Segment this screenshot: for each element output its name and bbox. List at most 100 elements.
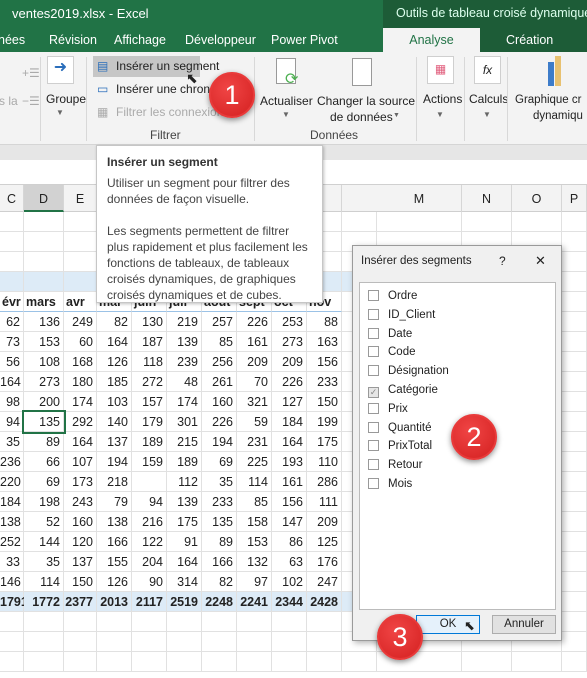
table-cell[interactable]: 2117	[132, 592, 167, 612]
table-cell[interactable]: 85	[202, 332, 237, 352]
table-cell[interactable]: 79	[97, 492, 132, 512]
table-cell[interactable]: 220	[0, 472, 24, 492]
field-checkbox-item[interactable]: ✓ Catégorie	[368, 384, 438, 398]
table-cell[interactable]: 160	[64, 512, 97, 532]
empty-cell[interactable]	[562, 272, 587, 292]
table-cell[interactable]: 35	[24, 552, 64, 572]
field-checkbox-item[interactable]: Désignation	[368, 365, 449, 377]
empty-cell[interactable]	[64, 272, 97, 292]
table-cell[interactable]: 215	[167, 432, 202, 452]
empty-cell[interactable]	[64, 652, 97, 672]
table-cell[interactable]: 226	[272, 372, 307, 392]
table-cell[interactable]: 120	[64, 532, 97, 552]
table-cell[interactable]: 252	[0, 532, 24, 552]
table-cell[interactable]: 136	[24, 312, 64, 332]
checkbox[interactable]	[368, 440, 379, 452]
empty-cell[interactable]	[0, 652, 24, 672]
table-cell[interactable]: 82	[202, 572, 237, 592]
table-cell[interactable]: 194	[97, 452, 132, 472]
empty-cell[interactable]	[512, 652, 562, 672]
table-cell[interactable]: 139	[167, 492, 202, 512]
table-cell[interactable]: 166	[202, 552, 237, 572]
table-cell[interactable]: 236	[0, 452, 24, 472]
graphique-croise-button[interactable]: Graphique cr	[515, 94, 581, 106]
empty-cell[interactable]	[202, 632, 237, 652]
empty-cell[interactable]	[0, 272, 24, 292]
table-cell[interactable]: 193	[272, 452, 307, 472]
table-cell[interactable]: 2519	[167, 592, 202, 612]
empty-cell[interactable]	[562, 492, 587, 512]
field-checkbox-item[interactable]: PrixTotal	[368, 440, 432, 452]
table-cell[interactable]: 69	[202, 452, 237, 472]
table-cell[interactable]: 125	[307, 532, 342, 552]
table-cell[interactable]: 168	[64, 352, 97, 372]
table-cell[interactable]: 1772	[24, 592, 64, 612]
table-cell[interactable]: 156	[272, 492, 307, 512]
field-checkbox-item[interactable]: ID_Client	[368, 308, 435, 321]
empty-cell[interactable]	[562, 372, 587, 392]
table-cell[interactable]: 146	[0, 572, 24, 592]
empty-cell[interactable]	[307, 612, 342, 632]
table-cell[interactable]: 103	[97, 392, 132, 412]
table-cell[interactable]: 175	[307, 432, 342, 452]
empty-cell[interactable]	[562, 312, 587, 332]
table-cell[interactable]: 163	[307, 332, 342, 352]
tab-developpeur[interactable]: Développeur	[185, 33, 256, 47]
empty-cell[interactable]	[132, 652, 167, 672]
tab-analyse[interactable]: Analyse	[383, 28, 480, 52]
arrow-right-icon[interactable]: ➜	[47, 56, 74, 84]
empty-cell[interactable]	[167, 632, 202, 652]
table-cell[interactable]: 198	[24, 492, 64, 512]
table-cell[interactable]: 164	[272, 432, 307, 452]
empty-cell[interactable]	[24, 232, 64, 252]
table-cell[interactable]: 56	[0, 352, 24, 372]
close-button[interactable]: ✕	[535, 253, 546, 269]
table-cell[interactable]: 292	[64, 412, 97, 432]
empty-cell[interactable]	[562, 332, 587, 352]
table-cell[interactable]: 164	[64, 432, 97, 452]
empty-cell[interactable]	[24, 252, 64, 272]
checkbox[interactable]	[368, 308, 379, 320]
table-cell[interactable]: 321	[237, 392, 272, 412]
table-cell[interactable]: 86	[272, 532, 307, 552]
empty-cell[interactable]	[562, 632, 587, 652]
empty-cell[interactable]	[272, 652, 307, 672]
table-cell[interactable]: 218	[97, 472, 132, 492]
table-cell[interactable]: 2013	[97, 592, 132, 612]
table-cell[interactable]: 94	[132, 492, 167, 512]
table-cell[interactable]: 82	[97, 312, 132, 332]
empty-cell[interactable]	[0, 232, 24, 252]
table-cell[interactable]: 35	[202, 472, 237, 492]
empty-cell[interactable]	[562, 352, 587, 372]
field-checkbox-item[interactable]: Prix	[368, 402, 408, 415]
table-cell[interactable]: 89	[24, 432, 64, 452]
table-cell[interactable]: 139	[167, 332, 202, 352]
column-header[interactable]: M	[377, 185, 462, 212]
table-cell[interactable]: avr	[64, 292, 97, 312]
empty-cell[interactable]	[562, 572, 587, 592]
empty-cell[interactable]	[97, 632, 132, 652]
checkbox[interactable]	[368, 346, 379, 358]
field-checkbox-item[interactable]: Retour	[368, 459, 423, 471]
table-cell[interactable]: 239	[167, 352, 202, 372]
table-cell[interactable]: 147	[272, 512, 307, 532]
empty-cell[interactable]	[64, 252, 97, 272]
table-cell[interactable]: 33	[0, 552, 24, 572]
checkbox[interactable]: ✓	[368, 387, 379, 398]
table-cell[interactable]: 273	[272, 332, 307, 352]
table-cell[interactable]	[132, 472, 167, 492]
table-cell[interactable]: 226	[202, 412, 237, 432]
empty-cell[interactable]	[202, 612, 237, 632]
empty-cell[interactable]	[24, 212, 64, 232]
table-cell[interactable]: 173	[64, 472, 97, 492]
empty-cell[interactable]	[562, 532, 587, 552]
table-cell[interactable]: 52	[24, 512, 64, 532]
table-cell[interactable]: 150	[307, 392, 342, 412]
empty-cell[interactable]	[237, 612, 272, 632]
table-cell[interactable]: 94	[0, 412, 24, 432]
empty-cell[interactable]	[272, 632, 307, 652]
table-cell[interactable]: 184	[0, 492, 24, 512]
table-cell[interactable]: 69	[24, 472, 64, 492]
table-cell[interactable]: 189	[167, 452, 202, 472]
empty-cell[interactable]	[24, 652, 64, 672]
